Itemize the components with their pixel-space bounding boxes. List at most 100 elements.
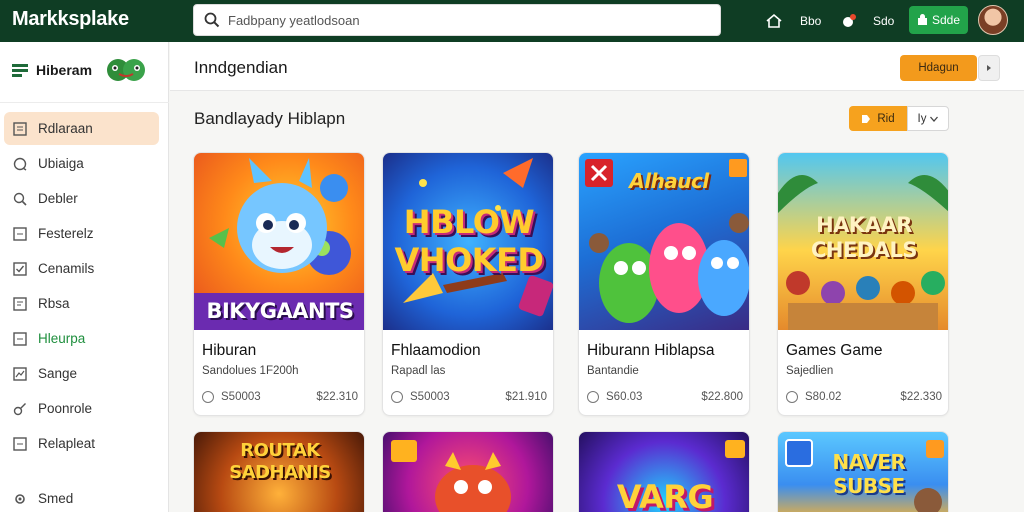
coin-icon: [587, 391, 599, 403]
brand-icon: [12, 64, 28, 77]
game-card[interactable]: [382, 431, 554, 512]
link-icon: [12, 401, 28, 417]
game-card[interactable]: VARG: [578, 431, 750, 512]
sidebar-brand[interactable]: Hiberam: [12, 58, 148, 82]
game-title: Fhlaamodion: [391, 342, 481, 359]
game-subtitle: Sandolues 1F200h: [202, 365, 299, 377]
game-count: S80.02: [805, 391, 842, 403]
game-title: Hiburan: [202, 342, 257, 359]
game-count: S50003: [410, 391, 450, 403]
sidebar-item-label: Debler: [38, 191, 78, 206]
sidebar-brand-label: Hiberam: [36, 62, 93, 78]
more-options-icon[interactable]: [978, 55, 1000, 81]
bag-icon: [917, 14, 927, 25]
home-icon[interactable]: [765, 10, 783, 32]
sidebar-item-label: Rdlaraan: [38, 121, 93, 136]
sidebar-item-label: Rbsa: [38, 296, 70, 311]
sidebar-item-rbsa[interactable]: Rbsa: [4, 287, 159, 320]
filter-label: Rid: [877, 112, 895, 125]
game-thumbnail[interactable]: Alhaucl: [579, 153, 749, 330]
mascot-icon: [104, 58, 148, 82]
sidebar-item-label: Smed: [38, 491, 74, 506]
game-art-title: HAKAAR CHEDALS: [810, 213, 918, 262]
sidebar-item-festerelz[interactable]: Festerelz: [4, 217, 159, 250]
primary-action-label: Sdde: [931, 13, 961, 27]
game-thumbnail[interactable]: HAKAAR CHEDALS: [778, 153, 948, 330]
chevron-down-icon: [930, 116, 939, 122]
creature-art-icon: [391, 440, 511, 512]
game-subtitle: Bantandie: [587, 365, 639, 377]
sidebar-item-label: Ubiaiga: [38, 156, 84, 171]
coin-icon: [786, 391, 798, 403]
book-icon: [12, 121, 28, 137]
sidebar-item-sange[interactable]: Sange: [4, 357, 159, 390]
sidebar: Hiberam Rdlaraan Ubiaiga Debler Festerel…: [0, 42, 169, 512]
search-bar[interactable]: [193, 4, 721, 36]
sidebar-item-label: Sange: [38, 366, 78, 381]
game-price: $22.330: [900, 391, 942, 403]
game-count: S60.03: [606, 391, 643, 403]
header-action-button[interactable]: Hdagun: [900, 55, 977, 81]
sidebar-item-hleurpa[interactable]: Hleurpa: [4, 322, 159, 355]
checkbox-icon: [12, 261, 28, 277]
game-card[interactable]: HAKAAR CHEDALS Games Game Sajedlien S80.…: [777, 152, 949, 416]
coin-icon: [391, 391, 403, 403]
sidebar-item-cenamils[interactable]: Cenamils: [4, 252, 159, 285]
primary-action-button[interactable]: Sdde: [909, 6, 968, 34]
sidebar-item-relapleat[interactable]: Relapleat: [4, 427, 159, 460]
sidebar-item-label: Festerelz: [38, 226, 94, 241]
notification-icon[interactable]: [840, 10, 858, 32]
game-art-title: HBLOW VHOKED: [394, 203, 544, 279]
gear-icon: [12, 491, 28, 507]
notifications-label[interactable]: Sdo: [873, 10, 894, 32]
chat-icon: [12, 156, 28, 172]
sort-label: Iy: [917, 112, 927, 125]
square-icon: [12, 331, 28, 347]
game-art-title: NAVER SUBSE: [832, 450, 906, 498]
game-thumbnail[interactable]: BIKYGAANTS: [194, 153, 364, 330]
sidebar-item-ubiaiga[interactable]: Ubiaiga: [4, 147, 159, 180]
game-art-title: Alhaucl: [629, 169, 709, 193]
game-art-title: ROUTAK SADHANIS: [229, 440, 331, 483]
top-bar: Markksplake Bbo Sdo Sdde: [0, 0, 1024, 42]
game-title: Games Game: [786, 342, 883, 359]
game-count: S50003: [221, 391, 261, 403]
page-title: Inndgendian: [194, 58, 288, 77]
app-logo[interactable]: Markksplake: [12, 8, 129, 31]
game-price: $22.310: [316, 391, 358, 403]
filter-button[interactable]: Rid: [849, 106, 907, 131]
game-subtitle: Rapadl las: [391, 365, 446, 377]
game-card[interactable]: ROUTAK SADHANIS: [193, 431, 365, 512]
sidebar-item-label: Poonrole: [38, 401, 93, 416]
book-icon: [12, 296, 28, 312]
square-icon: [12, 436, 28, 452]
sidebar-item-rdlaraan[interactable]: Rdlaraan: [4, 112, 159, 145]
game-meta: S80.02 $22.330: [786, 391, 942, 403]
game-card[interactable]: Alhaucl Hiburann Hiblapsa Bantandie S60.…: [578, 152, 750, 416]
game-card[interactable]: HBLOW VHOKED Fhlaamodion Rapadl las S500…: [382, 152, 554, 416]
search-icon: [202, 10, 222, 30]
coin-icon: [202, 391, 214, 403]
game-thumbnail[interactable]: HBLOW VHOKED: [383, 153, 553, 330]
sidebar-item-debler[interactable]: Debler: [4, 182, 159, 215]
page-header: Inndgendian Hdagun: [170, 42, 1024, 91]
home-label[interactable]: Bbo: [800, 10, 821, 32]
game-price: $22.800: [701, 391, 743, 403]
game-price: $21.910: [505, 391, 547, 403]
sidebar-item-label: Cenamils: [38, 261, 95, 276]
sidebar-item-poonrole[interactable]: Poonrole: [4, 392, 159, 425]
game-meta: S50003 $21.910: [391, 391, 547, 403]
sidebar-item-smed[interactable]: Smed: [4, 482, 159, 512]
game-meta: S60.03 $22.800: [587, 391, 743, 403]
sort-dropdown[interactable]: Iy: [907, 106, 949, 131]
game-meta: S50003 $22.310: [202, 391, 358, 403]
user-avatar[interactable]: [978, 5, 1008, 35]
sidebar-divider: [0, 102, 169, 103]
game-art-title: BIKYGAANTS: [206, 299, 354, 323]
game-card[interactable]: NAVER SUBSE: [777, 431, 949, 512]
search-input[interactable]: [228, 12, 708, 28]
sidebar-item-label: Relapleat: [38, 436, 96, 451]
game-card[interactable]: BIKYGAANTS Hiburan Sandolues 1F200h S500…: [193, 152, 365, 416]
tag-icon: [862, 114, 871, 123]
game-subtitle: Sajedlien: [786, 365, 834, 377]
